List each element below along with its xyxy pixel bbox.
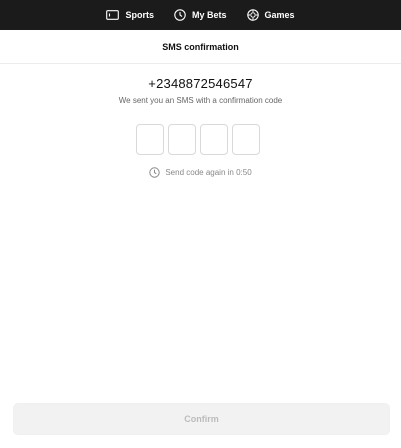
code-digit-input-4[interactable] [232,124,260,155]
resend-timer: Send code again in 0:50 [0,167,401,178]
top-navigation: Sports My Bets Games [0,0,401,30]
code-digit-input-2[interactable] [168,124,196,155]
clock-icon [174,9,186,21]
nav-item-games[interactable]: Games [246,9,295,21]
confirm-button[interactable]: Confirm [13,403,390,435]
sms-sent-message: We sent you an SMS with a confirmation c… [118,96,283,105]
nav-item-sports[interactable]: Sports [106,10,154,20]
code-digit-input-3[interactable] [200,124,228,155]
clock-icon [149,167,161,178]
code-digit-input-1[interactable] [136,124,164,155]
code-input-group [136,124,260,155]
ticket-icon [106,10,120,20]
nav-item-label: Games [264,10,295,20]
nav-item-my-bets[interactable]: My Bets [174,9,227,21]
page-title: SMS confirmation [0,30,401,64]
phone-number: +2348872546547 [148,76,253,91]
nav-item-label: My Bets [191,10,227,20]
resend-timer-text: Send code again in 0:50 [165,168,252,177]
nav-item-label: Sports [125,10,154,20]
chip-icon [246,9,259,21]
